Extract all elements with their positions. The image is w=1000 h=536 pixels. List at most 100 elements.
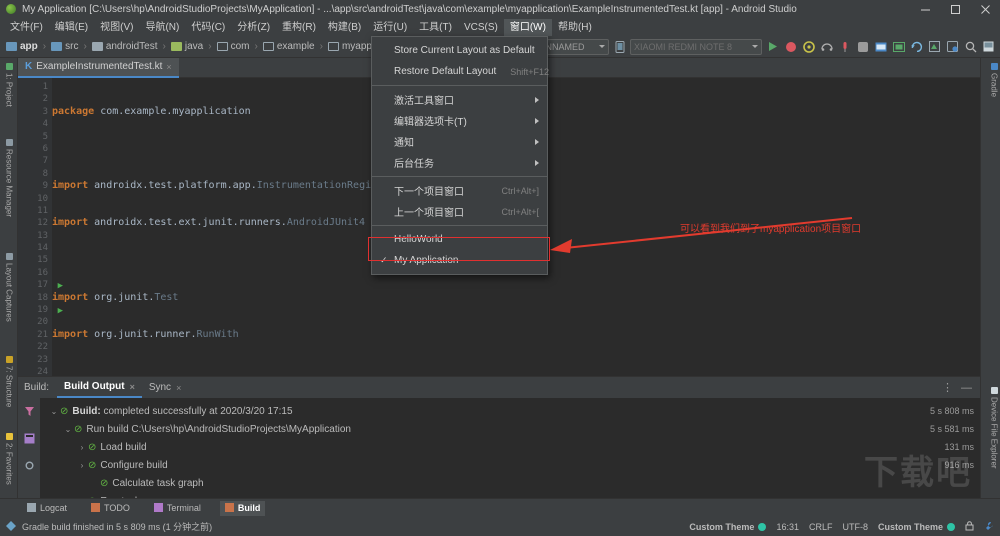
menu-item-background-tasks[interactable]: 后台任务 (372, 152, 547, 173)
line-number: 9 (42, 181, 48, 192)
gradle-icon (990, 63, 998, 70)
close-icon[interactable]: × (176, 383, 181, 393)
menu-build[interactable]: 构建(B) (322, 19, 367, 36)
device-selector[interactable]: XIAOMI REDMI NOTE 8 (630, 38, 762, 55)
run-icon[interactable] (765, 39, 780, 54)
tab-label: Build Output (64, 381, 125, 392)
bottom-tab-terminal[interactable]: Terminal (149, 501, 206, 516)
project-structure-icon[interactable] (945, 39, 960, 54)
theme-indicator-left[interactable]: Custom Theme (689, 522, 767, 532)
device-file-explorer-icon[interactable] (981, 39, 996, 54)
sidebar-item-label: Gradle (989, 73, 999, 98)
menu-tools[interactable]: 工具(T) (413, 19, 458, 36)
breadcrumb-item-app[interactable]: app (4, 41, 40, 52)
menu-edit[interactable]: 编辑(E) (49, 19, 94, 36)
stop-icon[interactable] (837, 39, 852, 54)
table-row[interactable]: › ⊘ Load build 131 ms (40, 438, 980, 456)
sidebar-item-resource-manager[interactable]: Resource Manager (0, 134, 18, 222)
close-icon[interactable]: × (130, 382, 135, 392)
profile-icon[interactable] (801, 39, 816, 54)
menu-item-editor-tabs[interactable]: 编辑器选项卡(T) (372, 110, 547, 131)
tab-label: Sync (148, 382, 172, 393)
settings-icon[interactable] (24, 458, 35, 476)
attach-debugger-icon[interactable] (819, 39, 834, 54)
sidebar-item-layout-captures[interactable]: Layout Captures (0, 248, 18, 327)
chevron-down-icon[interactable]: ⌄ (62, 425, 74, 434)
menu-vcs[interactable]: VCS(S) (458, 19, 504, 36)
menu-file[interactable]: 文件(F) (4, 19, 49, 36)
menu-item-label: Restore Default Layout (394, 66, 497, 77)
theme-indicator-right[interactable]: Custom Theme (878, 522, 955, 532)
menu-item-notifications[interactable]: 通知 (372, 131, 547, 152)
more-options-icon[interactable]: ⋮ (942, 381, 953, 394)
breadcrumb-item-example[interactable]: example (261, 41, 317, 52)
bottom-tab-todo[interactable]: TODO (86, 501, 135, 516)
minimize-panel-icon[interactable]: — (961, 382, 972, 394)
chevron-right-icon[interactable]: › (76, 443, 88, 452)
table-row[interactable]: ⌄ ⊘ Build: completed successfully at 202… (40, 402, 980, 420)
menu-item-activate-tool-window[interactable]: 激活工具窗口 (372, 89, 547, 110)
sidebar-item-structure[interactable]: 7: Structure (0, 351, 18, 412)
lock-icon[interactable] (965, 520, 974, 533)
line-separator-indicator[interactable]: CRLF (809, 522, 833, 532)
sidebar-item-gradle[interactable]: Gradle (985, 58, 1000, 102)
sidebar-item-device-file-explorer[interactable]: Device File Explorer (985, 382, 1000, 474)
table-row[interactable]: ⊘ Calculate task graph (40, 474, 980, 492)
sidebar-item-favorites[interactable]: 2: Favorites (0, 428, 18, 490)
debug-icon[interactable] (783, 39, 798, 54)
sync-gradle-icon[interactable] (909, 39, 924, 54)
menu-analyze[interactable]: 分析(Z) (231, 19, 276, 36)
line-number: 16 (37, 267, 48, 278)
avd-manager-icon[interactable] (873, 39, 888, 54)
sidebar-item-project[interactable]: 1: Project (0, 58, 18, 112)
build-panel-header: Build: Build Output × Sync × ⋮ — (18, 377, 980, 398)
breadcrumb-item-androidtest[interactable]: androidTest (90, 41, 160, 52)
minimize-button[interactable] (910, 0, 940, 18)
menu-refactor[interactable]: 重构(R) (276, 19, 322, 36)
logcat-icon (27, 502, 36, 514)
menu-window[interactable]: 窗口(W) (503, 18, 552, 36)
breadcrumb-separator: › (162, 41, 166, 52)
chevron-down-icon[interactable]: ⌄ (48, 407, 60, 416)
breadcrumb-item-com[interactable]: com (215, 41, 252, 52)
row-label: Calculate task graph (112, 477, 204, 489)
bottom-tab-build[interactable]: Build (219, 500, 266, 516)
menu-help[interactable]: 帮助(H) (552, 19, 598, 36)
sdk-manager-icon[interactable] (891, 39, 906, 54)
line-number: 6 (42, 143, 48, 154)
breadcrumb-item-java[interactable]: java (169, 41, 205, 52)
close-button[interactable] (970, 0, 1000, 18)
menu-item-restore-default-layout[interactable]: Restore Default Layout Shift+F12 (372, 61, 549, 82)
line-number: 4 (42, 119, 48, 130)
tab-build-output[interactable]: Build Output × (57, 377, 142, 398)
menu-view[interactable]: 视图(V) (94, 19, 139, 36)
menu-item-store-current-layout[interactable]: Store Current Layout as Default (372, 40, 547, 61)
wrench-icon[interactable] (984, 521, 994, 533)
terminal-icon (153, 502, 163, 514)
search-icon[interactable] (963, 39, 978, 54)
editor-tab-exampleinstrumentedtest[interactable]: K ExampleInstrumentedTest.kt × (18, 57, 179, 78)
bottom-tab-logcat[interactable]: Logcat (22, 501, 72, 516)
build-output-tree[interactable]: ⌄ ⊘ Build: completed successfully at 202… (40, 398, 980, 510)
maximize-button[interactable] (940, 0, 970, 18)
breadcrumb-item-src[interactable]: src (49, 41, 80, 52)
layout-inspector-icon[interactable] (927, 39, 942, 54)
menu-navigate[interactable]: 导航(N) (139, 19, 185, 36)
line-number: 14 (37, 243, 48, 254)
tab-sync[interactable]: Sync × (142, 377, 189, 398)
filter-icon[interactable] (24, 404, 35, 422)
line-number: 21 (37, 329, 48, 340)
device-selector-icon[interactable] (612, 39, 627, 54)
close-icon[interactable]: × (166, 62, 171, 72)
menu-code[interactable]: 代码(C) (185, 19, 231, 36)
breadcrumb-label: src (65, 41, 79, 52)
menu-item-next-project-window[interactable]: 下一个项目窗口 Ctrl+Alt+] (372, 180, 547, 201)
toggle-view-icon[interactable] (24, 431, 35, 449)
menu-run[interactable]: 运行(U) (367, 19, 413, 36)
stop-square-icon[interactable] (855, 39, 870, 54)
table-row[interactable]: › ⊘ Configure build 916 ms (40, 456, 980, 474)
chevron-right-icon[interactable]: › (76, 461, 88, 470)
encoding-indicator[interactable]: UTF-8 (842, 522, 868, 532)
row-label: Build: completed successfully at 2020/3/… (72, 405, 293, 417)
table-row[interactable]: ⌄ ⊘ Run build C:\Users\hp\AndroidStudioP… (40, 420, 980, 438)
